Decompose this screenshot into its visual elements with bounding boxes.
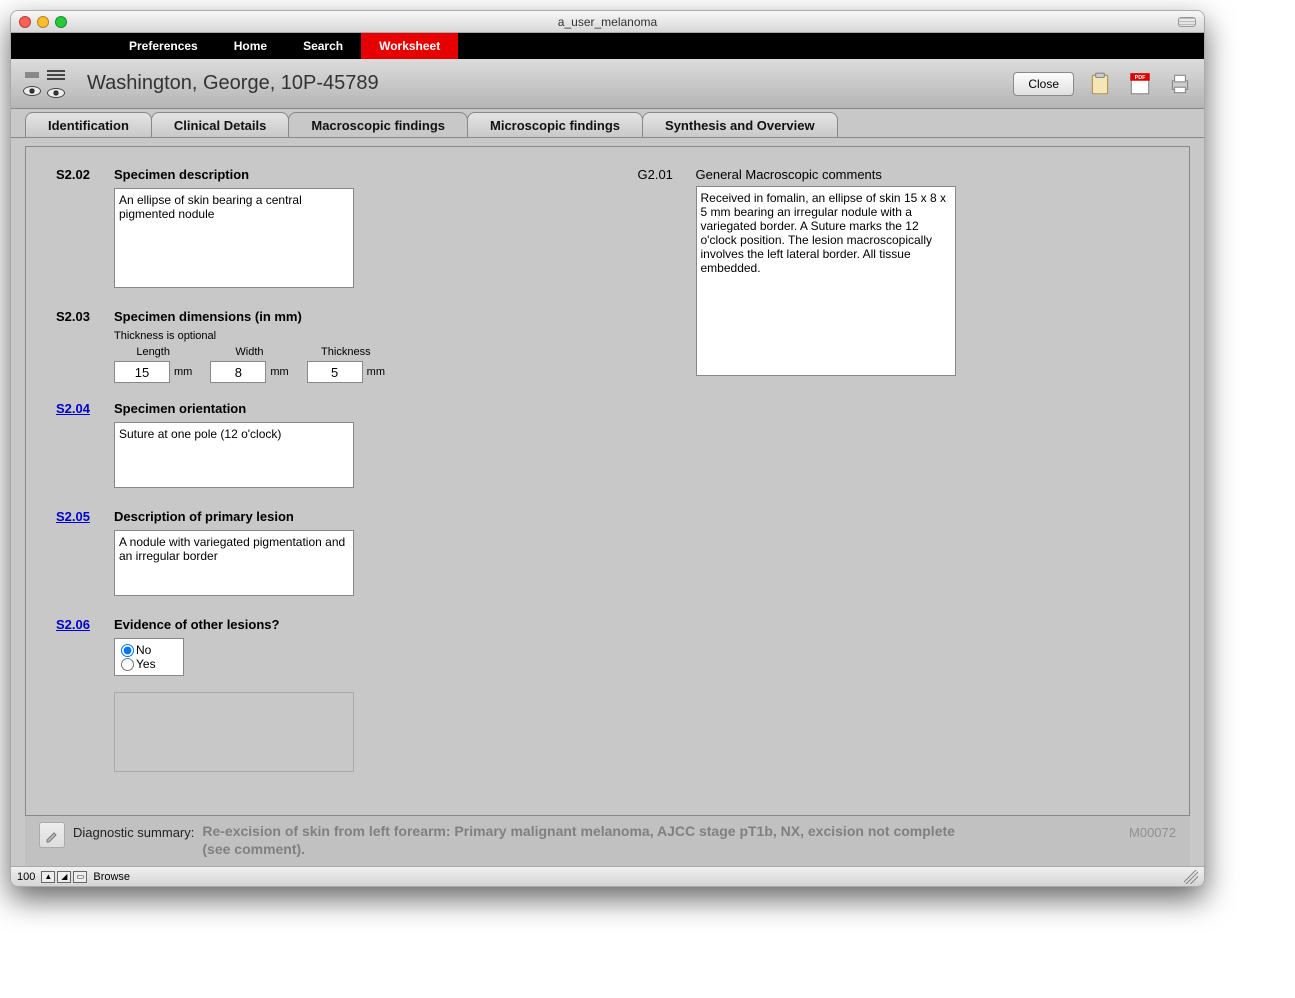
primary-lesion-input[interactable] [114,530,354,596]
header-tool-icons [21,69,67,99]
minimize-window-icon[interactable] [37,16,49,28]
status-mode: Browse [93,871,130,883]
right-column: G2.01 General Macroscopic comments [618,167,1180,805]
main-panel: S2.02 Specimen description S2.03 Specime… [25,146,1190,816]
s203-code: S2.03 [56,309,98,324]
menubar: Preferences Home Search Worksheet [11,33,1204,59]
specimen-orientation-input[interactable] [114,422,354,488]
length-input[interactable] [114,361,170,383]
tab-identification[interactable]: Identification [25,112,152,137]
length-label: Length [136,346,170,358]
window-title: a_user_melanoma [11,15,1204,29]
radio-no[interactable]: No [121,643,177,657]
zoom-icon-1[interactable]: ▲ [41,871,55,883]
other-lesions-radio-group: No Yes [114,638,184,676]
s202-code: S2.02 [56,167,98,182]
patient-name: Washington, George, 10P-45789 [87,72,379,95]
other-lesions-detail-box [114,692,354,772]
length-unit: mm [174,366,192,378]
close-window-icon[interactable] [19,16,31,28]
width-label: Width [235,346,263,358]
menu-preferences[interactable]: Preferences [111,33,216,59]
thickness-input[interactable] [307,361,363,383]
thickness-unit: mm [367,366,385,378]
print-icon[interactable] [1166,70,1194,98]
g201-code: G2.01 [638,167,680,182]
width-input[interactable] [210,361,266,383]
tab-clinical-details[interactable]: Clinical Details [151,112,289,137]
radio-no-input[interactable] [121,644,134,657]
app-window: a_user_melanoma Preferences Home Search … [10,10,1205,887]
close-button[interactable]: Close [1013,72,1074,96]
view-mode-1-icon[interactable] [21,69,43,99]
resize-handle-icon[interactable] [1184,870,1198,884]
zoom-value: 100 [17,871,35,883]
diagnostic-summary-text: Re-excision of skin from left forearm: P… [202,822,982,858]
width-field: Width mm [210,346,288,383]
pdf-icon[interactable]: PDF [1126,70,1154,98]
section-s205: S2.05 Description of primary lesion [56,509,578,599]
statusbar: 100 ▲ ◢ ▭ Browse [11,866,1204,886]
s205-title: Description of primary lesion [114,509,294,524]
s205-code-link[interactable]: S2.05 [56,509,98,524]
footer-mcode: M00072 [1129,822,1176,840]
s206-title: Evidence of other lesions? [114,617,279,632]
zoom-icon-3[interactable]: ▭ [73,871,87,883]
traffic-lights [19,16,67,28]
tab-synthesis-overview[interactable]: Synthesis and Overview [642,112,838,137]
section-s204: S2.04 Specimen orientation [56,401,578,491]
width-unit: mm [270,366,288,378]
menu-worksheet[interactable]: Worksheet [361,33,458,59]
length-field: Length mm [114,346,192,383]
diagnostic-summary-label: Diagnostic summary: [73,822,194,840]
s204-title: Specimen orientation [114,401,246,416]
left-column: S2.02 Specimen description S2.03 Specime… [36,167,598,805]
g201-title: General Macroscopic comments [696,167,882,182]
specimen-description-input[interactable] [114,188,354,288]
tabs: Identification Clinical Details Macrosco… [11,109,1204,137]
footer: Diagnostic summary: Re-excision of skin … [25,816,1190,866]
zoom-window-icon[interactable] [55,16,67,28]
section-s202: S2.02 Specimen description [56,167,578,291]
s204-code-link[interactable]: S2.04 [56,401,98,416]
svg-text:PDF: PDF [1135,75,1147,81]
menu-search[interactable]: Search [285,33,361,59]
tab-microscopic-findings[interactable]: Microscopic findings [467,112,643,137]
clipboard-icon[interactable] [1086,70,1114,98]
s203-note: Thickness is optional [114,330,578,342]
s203-title: Specimen dimensions (in mm) [114,309,302,324]
general-macroscopic-comments-input[interactable] [696,186,956,376]
footer-tool-icon[interactable] [39,822,65,848]
thickness-field: Thickness mm [307,346,385,383]
s206-code-link[interactable]: S2.06 [56,617,98,632]
s202-title: Specimen description [114,167,249,182]
radio-yes[interactable]: Yes [121,657,177,671]
section-s206: S2.06 Evidence of other lesions? No Yes [56,617,578,772]
zoom-icon-2[interactable]: ◢ [57,871,71,883]
thickness-label: Thickness [321,346,371,358]
titlebar-grip-icon[interactable] [1178,17,1196,27]
radio-yes-input[interactable] [121,658,134,671]
zoom-icons: ▲ ◢ ▭ [41,871,87,883]
content-area: S2.02 Specimen description S2.03 Specime… [11,137,1204,866]
view-mode-2-icon[interactable] [45,69,67,99]
section-s203: S2.03 Specimen dimensions (in mm) Thickn… [56,309,578,383]
menu-home[interactable]: Home [216,33,285,59]
window-titlebar: a_user_melanoma [11,11,1204,33]
header: Washington, George, 10P-45789 Close PDF [11,59,1204,109]
tab-macroscopic-findings[interactable]: Macroscopic findings [288,112,468,137]
